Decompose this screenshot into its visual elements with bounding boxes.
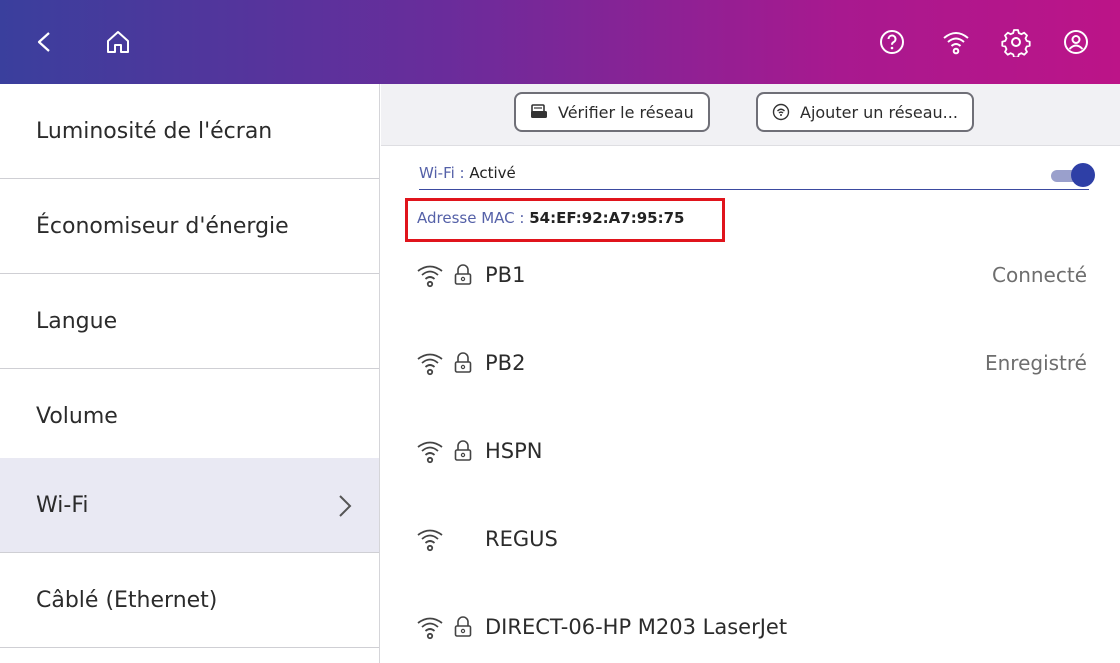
menu-item-wifi[interactable]: Wi-Fi — [0, 458, 379, 553]
help-icon[interactable] — [872, 22, 912, 62]
lock-icon — [454, 264, 472, 285]
menu-item-label: Volume — [36, 403, 118, 429]
wifi-toggle[interactable] — [1051, 163, 1095, 187]
menu-item-energy-saver[interactable]: Économiseur d'énergie — [0, 179, 379, 274]
network-name: PB2 — [485, 351, 526, 375]
network-item[interactable]: PB2 Enregistré — [415, 348, 1087, 378]
network-name: HSPN — [485, 439, 543, 463]
wifi-signal-icon — [417, 353, 443, 376]
network-name: REGUS — [485, 527, 558, 551]
menu-item-screen-brightness[interactable]: Luminosité de l'écran — [0, 84, 379, 179]
wifi-label: Wi-Fi : — [419, 164, 465, 182]
lock-icon — [454, 352, 472, 373]
home-icon[interactable] — [98, 22, 138, 62]
menu-item-language[interactable]: Langue — [0, 274, 379, 369]
wifi-status-row: Wi-Fi : Activé — [419, 163, 1095, 190]
chevron-right-icon — [339, 495, 352, 517]
menu-item-label: Luminosité de l'écran — [36, 118, 273, 144]
network-item[interactable]: HSPN — [415, 436, 1087, 466]
add-network-icon — [772, 103, 790, 121]
add-network-label: Ajouter un réseau... — [800, 102, 958, 122]
network-name: PB1 — [485, 263, 526, 287]
back-icon[interactable] — [24, 22, 64, 62]
menu-item-label: Langue — [36, 308, 118, 334]
wifi-signal-icon — [417, 617, 443, 640]
check-network-button[interactable]: Vérifier le réseau — [514, 92, 710, 132]
wifi-signal-icon — [417, 441, 443, 464]
menu-item-label: Câblé (Ethernet) — [36, 587, 218, 613]
menu-item-label: Wi-Fi — [36, 492, 89, 518]
mac-value: 54:EF:92:A7:95:75 — [529, 209, 685, 227]
top-bar — [0, 0, 1120, 84]
network-item[interactable]: DIRECT-06-HP M203 LaserJet — [415, 612, 1087, 642]
settings-menu: Luminosité de l'écran Économiseur d'éner… — [0, 84, 380, 663]
menu-item-label: Économiseur d'énergie — [36, 213, 289, 239]
check-network-label: Vérifier le réseau — [558, 102, 694, 122]
network-item[interactable]: REGUS — [415, 524, 1087, 554]
add-network-button[interactable]: Ajouter un réseau... — [756, 92, 974, 132]
network-name: DIRECT-06-HP M203 LaserJet — [485, 615, 788, 639]
network-toolbar: Vérifier le réseau Ajouter un réseau... — [381, 84, 1120, 146]
wifi-signal-icon — [417, 265, 443, 288]
printer-check-icon — [531, 104, 547, 118]
wifi-icon[interactable] — [936, 22, 976, 62]
network-item[interactable]: PB1 Connecté — [415, 260, 1087, 290]
mac-label: Adresse MAC : — [417, 209, 525, 227]
account-icon[interactable] — [1056, 22, 1096, 62]
lock-icon — [454, 440, 472, 461]
mac-address-row: Adresse MAC : 54:EF:92:A7:95:75 — [417, 209, 684, 227]
wifi-state: Activé — [469, 164, 516, 182]
menu-item-ethernet[interactable]: Câblé (Ethernet) — [0, 553, 379, 648]
settings-icon[interactable] — [996, 22, 1036, 62]
network-status: Connecté — [992, 263, 1087, 287]
toggle-knob — [1071, 163, 1095, 187]
lock-icon — [454, 616, 472, 637]
wifi-panel: Vérifier le réseau Ajouter un réseau... … — [381, 84, 1120, 663]
menu-item-volume[interactable]: Volume — [0, 369, 379, 464]
wifi-signal-icon — [417, 529, 443, 552]
network-status: Enregistré — [984, 351, 1087, 375]
